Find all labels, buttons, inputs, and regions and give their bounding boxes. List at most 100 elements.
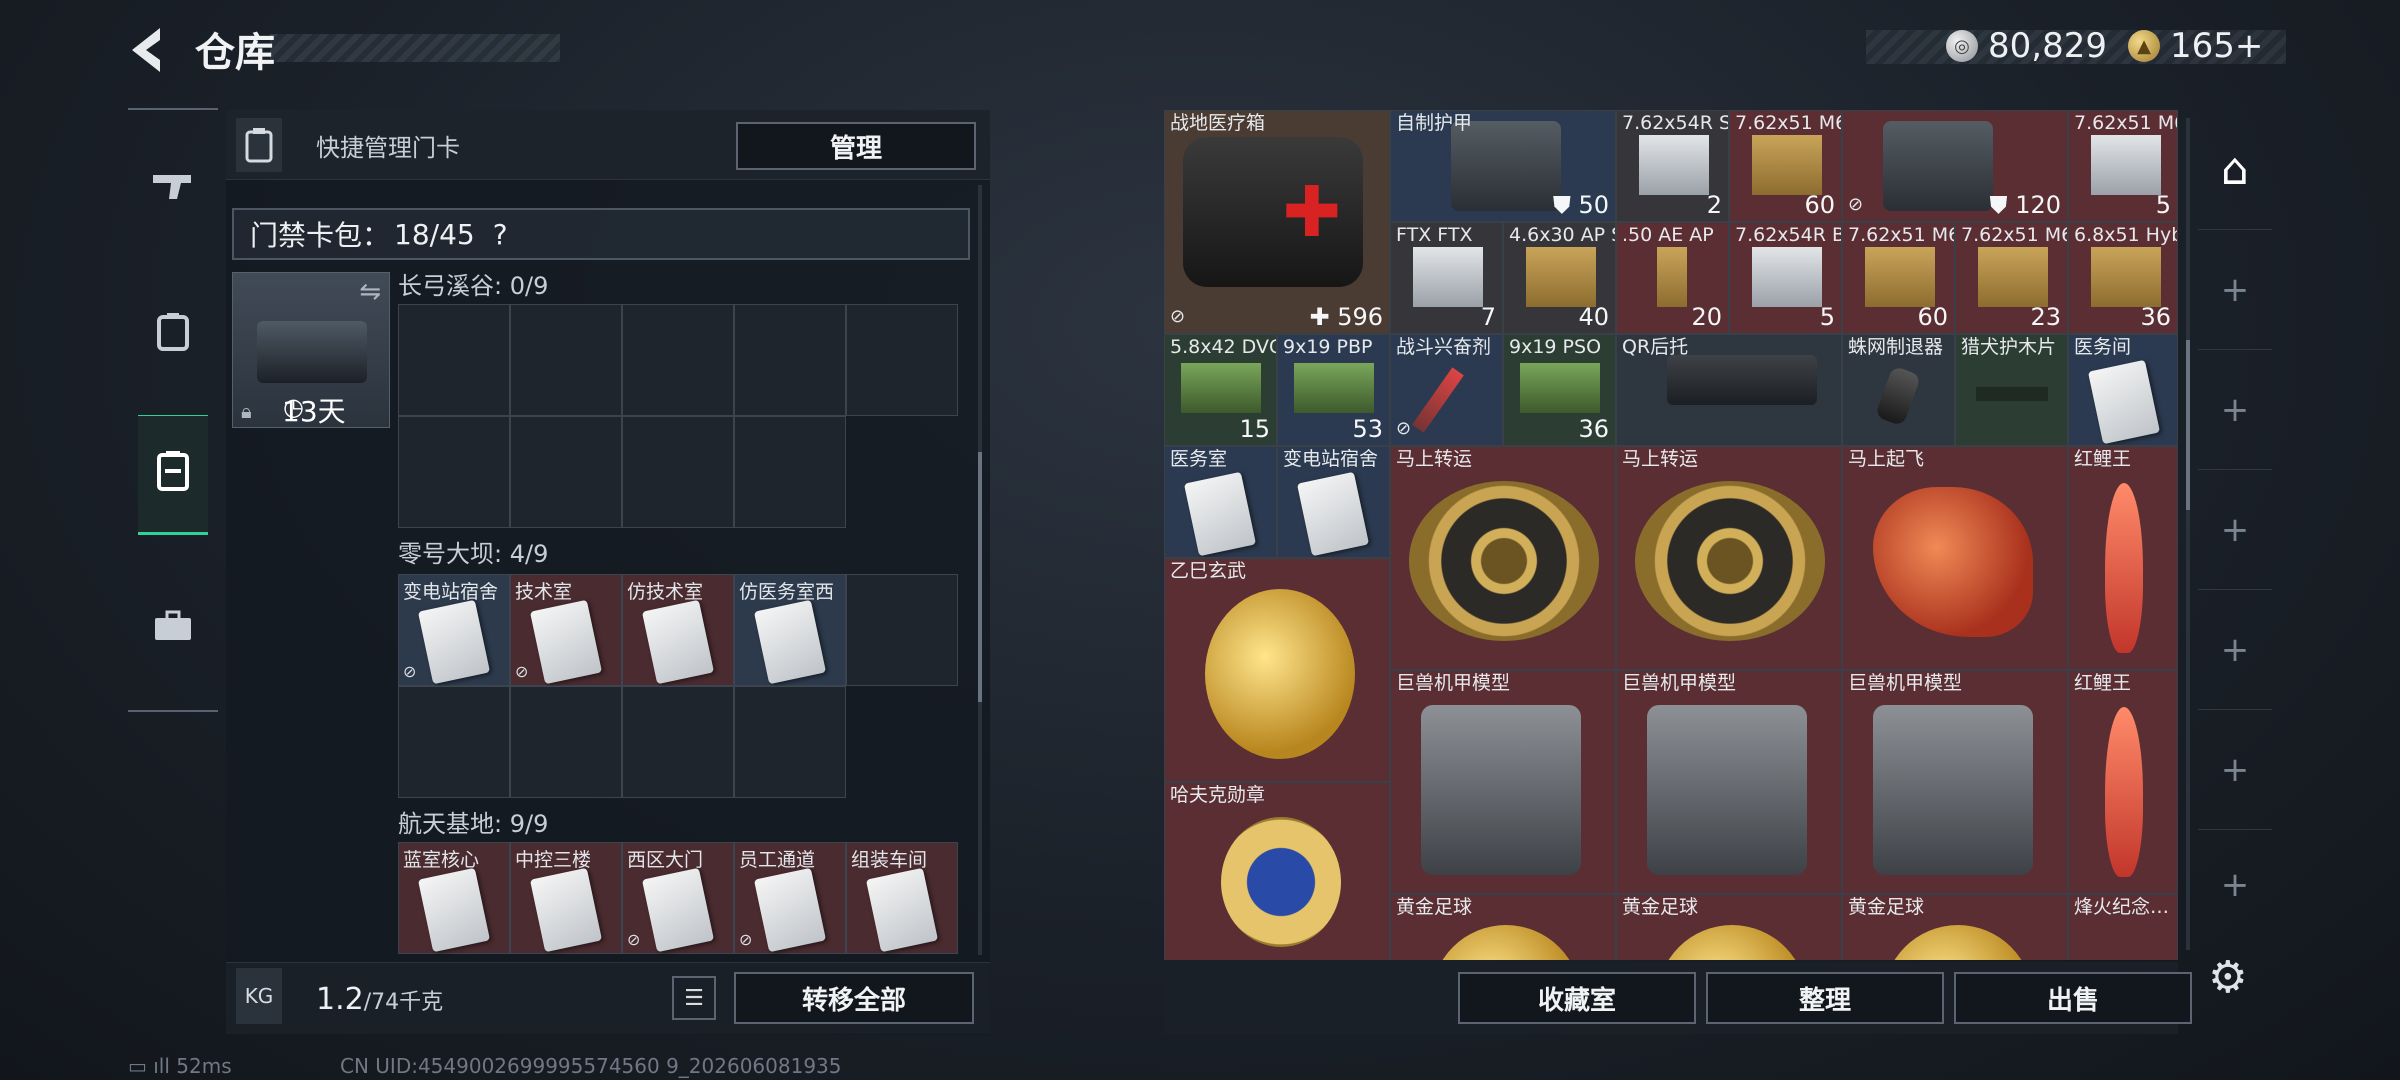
stash-scrollbar-thumb[interactable] (2186, 340, 2190, 510)
stash-item[interactable]: 6.8x51 Hybrid 36 (2068, 222, 2178, 334)
stash-item[interactable]: 哈夫克勋章 (1164, 782, 1390, 960)
keycase-help-button[interactable]: ? (493, 218, 508, 251)
add-page-button[interactable]: + (2198, 710, 2272, 830)
empty-slot[interactable] (622, 416, 734, 528)
stash-item[interactable]: 医务间 (2068, 334, 2178, 446)
item-name: 巨兽机甲模型 (1396, 672, 1511, 694)
empty-slot[interactable] (846, 304, 958, 416)
add-page-button[interactable]: + (2198, 350, 2272, 470)
stash-item[interactable]: 烽火纪念… (2068, 894, 2178, 960)
stash-item[interactable]: QR后托 (1616, 334, 1842, 446)
item-name: 6.8x51 Hybrid (2074, 224, 2177, 246)
item-name: 7.62x54R BT (1735, 224, 1841, 246)
empty-slot[interactable] (398, 304, 510, 416)
no-bind-icon: ⊘ (627, 930, 641, 949)
armor-tab[interactable] (138, 275, 208, 395)
item-name: 猎犬护木片 (1961, 336, 2057, 358)
keycard-slot[interactable]: 仿技术室 (622, 574, 734, 686)
empty-slot[interactable] (734, 416, 846, 528)
keycard-slot[interactable]: 仿医务室西 (734, 574, 846, 686)
stash-item[interactable]: 马上起飞 (1842, 446, 2068, 670)
no-bind-icon: ⊘ (515, 662, 529, 681)
stash-item[interactable]: 蛛网制退器 (1842, 334, 1955, 446)
stash-item[interactable]: .50 AE AP 20 (1616, 222, 1729, 334)
stash-item[interactable]: ⊘ ⛊ 120 (1842, 110, 2068, 222)
empty-slot[interactable] (622, 686, 734, 798)
manage-button[interactable]: 管理 (736, 122, 976, 170)
add-page-button[interactable]: + (2198, 590, 2272, 710)
item-count-value: 50 (1578, 191, 1609, 219)
stash-item[interactable]: 7.62x51 M62 23 (1955, 222, 2068, 334)
toolbox-tab[interactable] (138, 570, 208, 690)
empty-slot[interactable] (510, 304, 622, 416)
transfer-all-button[interactable]: 转移全部 (734, 972, 974, 1024)
stash-item[interactable]: 巨兽机甲模型 (1842, 670, 2068, 894)
mech-model-image (1421, 705, 1581, 875)
empty-slot[interactable] (734, 686, 846, 798)
keycard-slot[interactable]: 西区大门 ⊘ (622, 842, 734, 954)
stash-item[interactable]: 7.62x51 M62 5 (2068, 110, 2178, 222)
stash-item[interactable]: 红鲤王 (2068, 670, 2178, 894)
empty-slot[interactable] (510, 416, 622, 528)
swap-icon[interactable]: ⇋ (359, 277, 381, 307)
item-count: 5 (2155, 191, 2171, 219)
empty-slot[interactable] (510, 686, 622, 798)
stash-item[interactable]: 马上转运 (1390, 446, 1616, 670)
helmet-image (1883, 121, 1993, 211)
keycard-slot[interactable]: 变电站宿舍 ⊘ (398, 574, 510, 686)
stash-item[interactable]: FTX FTX 7 (1390, 222, 1503, 334)
stash-item[interactable]: 乙巳玄武 (1164, 558, 1390, 782)
stash-item[interactable]: 黄金足球 (1842, 894, 2068, 960)
stash-item[interactable]: 战斗兴奋剂 ⊘ (1390, 334, 1503, 446)
keycard-slot[interactable]: 员工通道 ⊘ (734, 842, 846, 954)
stash-item[interactable]: 9x19 PSO 36 (1503, 334, 1616, 446)
stash-item[interactable]: 5.8x42 DVC12 15 (1164, 334, 1277, 446)
stash-item[interactable]: 4.6x30 AP SX 40 (1503, 222, 1616, 334)
keycard-slot[interactable]: 蓝室核心 (398, 842, 510, 954)
stash-item[interactable]: 黄金足球 (1390, 894, 1616, 960)
empty-slot[interactable] (846, 574, 958, 686)
empty-slot[interactable] (398, 416, 510, 528)
stash-item[interactable]: 红鲤王 (2068, 446, 2178, 670)
stash-item[interactable]: 巨兽机甲模型 (1616, 670, 1842, 894)
stash-item[interactable]: 9x19 PBP 53 (1277, 334, 1390, 446)
stash-item[interactable]: 猎犬护木片 (1955, 334, 2068, 446)
item-name: 战地医疗箱 (1170, 112, 1266, 134)
stash-scrollbar-track[interactable] (2186, 118, 2190, 950)
empty-slot[interactable] (622, 304, 734, 416)
stash-item[interactable]: 自制护甲 ⛊ 50 (1390, 110, 1616, 222)
stash-item[interactable]: 马上转运 (1616, 446, 1842, 670)
add-page-button[interactable]: + (2198, 830, 2272, 940)
left-scrollbar-thumb[interactable] (978, 452, 982, 702)
back-button[interactable] (122, 22, 172, 78)
keycase-bar: 门禁卡包： 18/45 ? (232, 208, 970, 260)
stash-item[interactable]: 变电站宿舍 (1277, 446, 1390, 558)
list-view-button[interactable]: ☰ (672, 976, 716, 1020)
stash-home-tab[interactable]: ⌂ (2198, 110, 2272, 230)
syringe-image (1412, 367, 1464, 433)
weapon-tab[interactable] (138, 130, 208, 250)
stash-item[interactable]: 黄金足球 (1616, 894, 1842, 960)
backpack-icon (155, 311, 191, 360)
empty-slot[interactable] (398, 686, 510, 798)
stash-item[interactable]: 7.62x51 M61 60 (1729, 110, 1842, 222)
collection-room-button[interactable]: 收藏室 (1458, 972, 1696, 1024)
settings-gear-icon[interactable]: ⚙ (2208, 952, 2258, 1003)
keycard-icon (865, 867, 939, 953)
keycard-tab[interactable] (138, 415, 208, 535)
stash-item[interactable]: 7.62x54R SNB 2 (1616, 110, 1729, 222)
gold-currency[interactable]: ▲ 165+ (2128, 26, 2263, 66)
sell-button[interactable]: 出售 (1954, 972, 2192, 1024)
stash-item[interactable]: 巨兽机甲模型 (1390, 670, 1616, 894)
sort-button[interactable]: 整理 (1706, 972, 1944, 1024)
add-page-button[interactable]: + (2198, 230, 2272, 350)
keycard-slot[interactable]: 技术室 ⊘ (510, 574, 622, 686)
add-page-button[interactable]: + (2198, 470, 2272, 590)
empty-slot[interactable] (734, 304, 846, 416)
stash-item[interactable]: 医务室 (1164, 446, 1277, 558)
keycard-slot[interactable]: 中控三楼 (510, 842, 622, 954)
stash-item[interactable]: 7.62x51 M62 60 (1842, 222, 1955, 334)
keycard-slot[interactable]: 组装车间 (846, 842, 958, 954)
stash-item[interactable]: 7.62x54R BT 5 (1729, 222, 1842, 334)
stash-item[interactable]: 战地医疗箱 ⊘ ✚ 596 (1164, 110, 1390, 334)
